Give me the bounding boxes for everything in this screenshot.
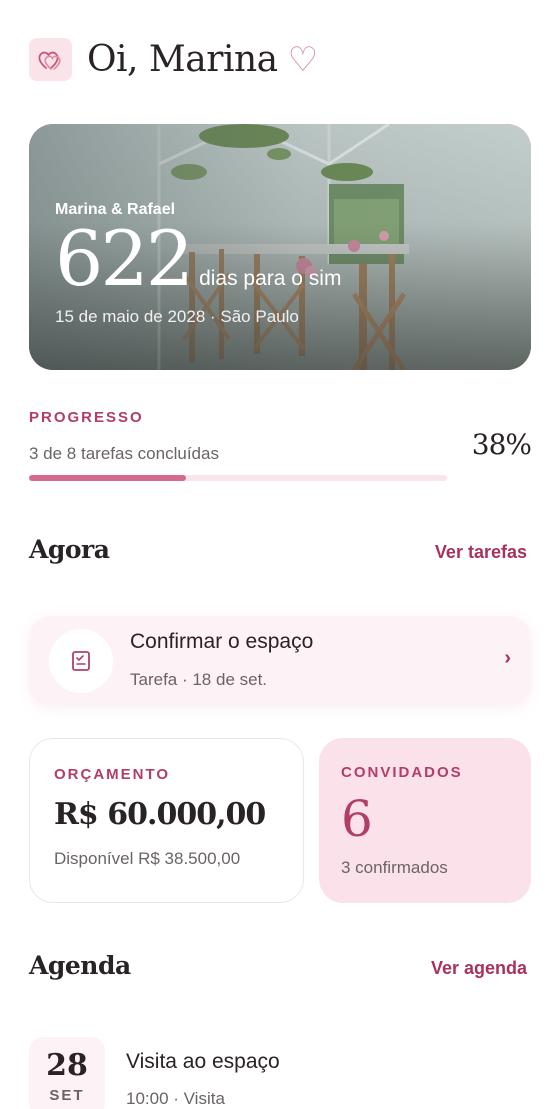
interlocking-hearts-icon (29, 38, 72, 81)
task-subtitle: Tarefa · 18 de set. (130, 670, 268, 689)
task-title: Confirmar o espaço (130, 630, 314, 653)
days-label: dias para o sim (199, 267, 342, 290)
next-task-card[interactable]: Confirmar o espaço Tarefa · 18 de set. › (29, 616, 531, 706)
header: Oi, Marina ♡ (29, 38, 318, 81)
see-agenda-link[interactable]: Ver agenda (431, 958, 527, 979)
progress-bar (29, 475, 447, 481)
budget-card[interactable]: ORÇAMENTO R$ 60.000,00 Disponível R$ 38.… (29, 738, 304, 903)
progress-label: PROGRESSO (29, 409, 144, 426)
wedding-date-location: 15 de maio de 2028 · São Paulo (55, 307, 299, 326)
event-title[interactable]: Visita ao espaço (126, 1050, 280, 1074)
guests-confirmed: 3 confirmados (341, 858, 448, 877)
event-subtitle: 10:00 · Visita (126, 1089, 225, 1108)
budget-available: Disponível R$ 38.500,00 (54, 849, 241, 868)
guests-card[interactable]: CONVIDADOS 6 3 confirmados (319, 738, 531, 903)
event-month: SET (49, 1087, 85, 1104)
see-tasks-link[interactable]: Ver tarefas (435, 542, 527, 563)
days-count: 622 (55, 214, 194, 303)
progress-description: 3 de 8 tarefas concluídas (29, 444, 219, 463)
progress-bar-fill (29, 475, 186, 481)
greeting-text: Oi, Marina (87, 39, 278, 80)
countdown-row: 622 dias para o sim (55, 221, 341, 297)
heart-icon: ♡ (287, 39, 318, 80)
greeting-title: Oi, Marina ♡ (87, 39, 318, 80)
section-title-agenda: Agenda (29, 951, 131, 980)
hero-content: Marina & Rafael 622 dias para o sim 15 d… (55, 201, 341, 327)
countdown-hero-card[interactable]: Marina & Rafael 622 dias para o sim 15 d… (29, 124, 531, 370)
guests-count: 6 (341, 790, 373, 848)
event-date-badge: 28 SET (29, 1037, 105, 1109)
budget-label: ORÇAMENTO (54, 766, 171, 783)
section-title-now: Agora (29, 535, 110, 564)
progress-percent: 38% (471, 428, 532, 461)
checklist-icon (49, 629, 113, 693)
event-day: 28 (46, 1048, 88, 1083)
guests-label: CONVIDADOS (341, 764, 463, 781)
chevron-right-icon: › (504, 647, 511, 669)
budget-total: R$ 60.000,00 (54, 797, 266, 832)
